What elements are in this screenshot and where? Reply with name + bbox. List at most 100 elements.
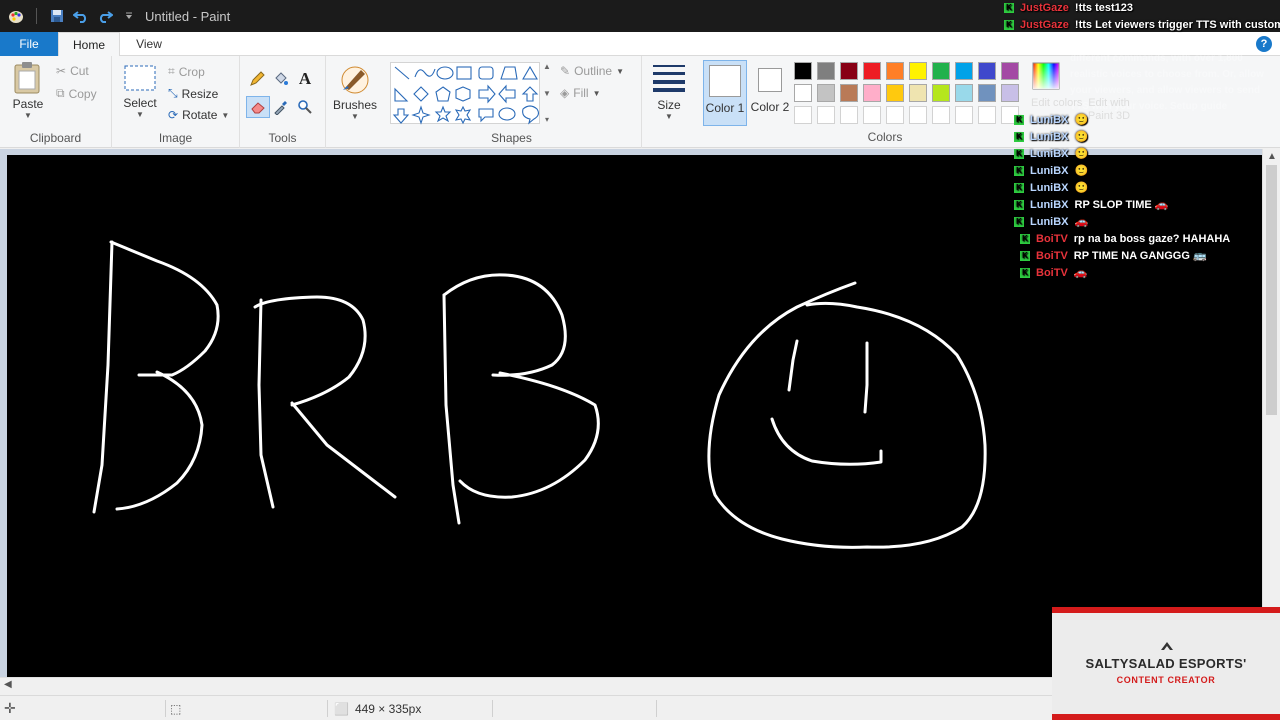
palette-swatch[interactable] [886, 84, 904, 102]
chat-message: K JustGaze !tts Let viewers trigger TTS wi… [1004, 17, 1280, 34]
brushes-group: Brushes ▼ [326, 56, 382, 148]
tab-view[interactable]: View [122, 32, 176, 56]
chat-message: K BoiTV 🚗 [1020, 265, 1087, 282]
customize-toolbar-icon[interactable] [119, 6, 139, 26]
eraser-icon[interactable] [246, 96, 270, 118]
redo-icon[interactable] [95, 6, 115, 26]
pencil-icon[interactable] [248, 70, 266, 88]
edit-colors-button[interactable] [1028, 62, 1064, 90]
select-button[interactable]: Select ▼ [120, 64, 160, 119]
chat-username: LuniBX [1030, 114, 1069, 126]
color-picker-icon[interactable] [272, 98, 290, 116]
palette-swatch[interactable] [955, 84, 973, 102]
paint-app-icon[interactable] [6, 6, 26, 26]
fill-button[interactable]: ◈ Fill ▼ [560, 86, 600, 100]
custom-color-slot[interactable] [794, 106, 812, 124]
custom-color-slot[interactable] [932, 106, 950, 124]
copy-icon: ⧉ [56, 86, 65, 100]
custom-color-slot[interactable] [978, 106, 996, 124]
palette-swatch[interactable] [932, 62, 950, 80]
chat-text: 🚗 [1074, 216, 1089, 228]
rotate-icon: ⟳ [168, 108, 179, 122]
chat-username: JustGaze [1020, 2, 1069, 14]
scroll-thumb[interactable] [1266, 165, 1277, 415]
chat-username: BoiTV [1036, 250, 1068, 262]
palette-swatch[interactable] [1001, 84, 1019, 102]
palette-swatch[interactable] [955, 62, 973, 80]
palette-swatch[interactable] [794, 62, 812, 80]
palette-swatch[interactable] [978, 62, 996, 80]
fill-bucket-icon[interactable] [272, 70, 290, 88]
palette-swatch[interactable] [1001, 62, 1019, 80]
brand-name: SALTYSALAD ESPORTS' [1085, 656, 1247, 671]
select-label: Select [123, 96, 157, 110]
brand-logo-icon [1161, 642, 1173, 650]
palette-swatch[interactable] [840, 62, 858, 80]
palette-swatch[interactable] [817, 84, 835, 102]
custom-color-slot[interactable] [909, 106, 927, 124]
copy-button[interactable]: ⧉ Copy [56, 86, 97, 101]
platform-badge-icon: K [1014, 183, 1024, 193]
palette-swatch[interactable] [909, 84, 927, 102]
custom-color-slot[interactable] [817, 106, 835, 124]
vertical-scrollbar[interactable]: ▲ [1262, 149, 1280, 677]
save-icon[interactable] [47, 6, 67, 26]
chevron-down-icon: ▼ [24, 111, 32, 120]
shapes-scroll[interactable]: ▲ ▼ ▾ [542, 62, 552, 124]
palette-swatch[interactable] [978, 84, 996, 102]
palette-swatch[interactable] [932, 84, 950, 102]
resize-button[interactable]: ⤡ Resize [168, 86, 218, 101]
chat-message: K LuniBX 🙂 [1014, 163, 1088, 180]
color1-button[interactable]: Color 1 [703, 60, 747, 126]
text-icon[interactable]: A [296, 69, 314, 88]
custom-color-slot[interactable] [955, 106, 973, 124]
palette-swatch[interactable] [886, 62, 904, 80]
palette-swatch[interactable] [863, 62, 881, 80]
undo-icon[interactable] [71, 6, 91, 26]
chat-username: BoiTV [1036, 267, 1068, 279]
crop-button[interactable]: ⌗ Crop [168, 64, 205, 79]
clipboard-group-label: Clipboard [29, 131, 82, 145]
palette-swatch[interactable] [863, 84, 881, 102]
chat-username: LuniBX [1030, 182, 1069, 194]
custom-color-slot[interactable] [886, 106, 904, 124]
edit-with-paint3d-label[interactable]: Edit with Paint 3D [1081, 97, 1137, 123]
palette-swatch[interactable] [909, 62, 927, 80]
tools-group: A Tools [240, 56, 326, 148]
custom-color-slot[interactable] [840, 106, 858, 124]
brand-bottom-bar [1052, 714, 1280, 720]
outline-button[interactable]: ✎ Outline ▼ [560, 64, 624, 78]
shapes-gallery [390, 62, 540, 125]
fill-icon: ◈ [560, 86, 570, 100]
chevron-up-icon[interactable]: ▲ [543, 62, 551, 71]
more-shapes-icon[interactable]: ▾ [545, 115, 549, 124]
help-icon: ? [1256, 36, 1272, 52]
palette-swatch[interactable] [794, 84, 812, 102]
tab-file[interactable]: File [0, 32, 58, 56]
chevron-down-icon: ▼ [592, 88, 601, 98]
chevron-down-icon[interactable]: ▼ [543, 89, 551, 98]
magnifier-icon[interactable] [296, 98, 314, 116]
paste-button[interactable]: Paste ▼ [8, 61, 48, 120]
size-button[interactable]: Size ▼ [646, 62, 692, 121]
brushes-button[interactable]: Brushes ▼ [332, 62, 378, 121]
divider [656, 700, 657, 717]
palette-swatch[interactable] [840, 84, 858, 102]
tab-home[interactable]: Home [58, 32, 120, 57]
chevron-left-icon[interactable]: ◀ [4, 679, 12, 690]
quick-access-toolbar [0, 0, 139, 32]
help-button[interactable]: ? [1256, 36, 1272, 52]
palette-swatch[interactable] [817, 62, 835, 80]
color-palette [794, 62, 1030, 126]
cut-button[interactable]: ✂ Cut [56, 64, 89, 78]
chat-username: BoiTV [1036, 233, 1068, 245]
divider [165, 700, 166, 717]
chat-text: 🙂 [1074, 182, 1089, 194]
line-size-icon [653, 65, 685, 92]
rotate-button[interactable]: ⟳ Rotate ▼ [168, 108, 229, 122]
platform-badge-icon: K [1014, 149, 1024, 159]
canvas-size-value: 449 × 335px [354, 701, 422, 716]
chevron-up-icon[interactable]: ▲ [1267, 151, 1277, 162]
custom-color-slot[interactable] [863, 106, 881, 124]
color2-button[interactable]: Color 2 [749, 60, 791, 126]
